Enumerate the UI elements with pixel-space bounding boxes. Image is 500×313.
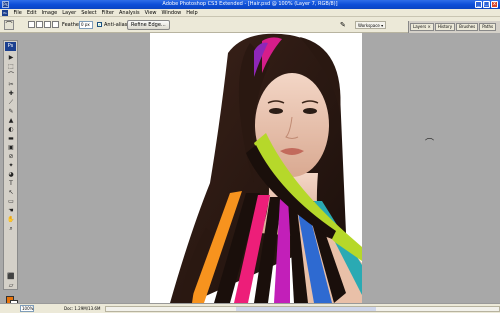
type-tool-icon[interactable]: T	[6, 180, 16, 187]
zoom-field[interactable]: 100%	[20, 305, 34, 312]
screen-mode-icon[interactable]: ▱	[6, 282, 16, 289]
menu-file[interactable]: File	[11, 9, 24, 17]
dodge-tool-icon[interactable]: ✦	[6, 162, 16, 169]
eraser-tool-icon[interactable]: ▬	[6, 135, 16, 142]
brush-icon[interactable]: ✎	[340, 21, 350, 29]
workspace-dropdown[interactable]: Workspace ▾	[355, 21, 387, 29]
toolbox-logo: Ps	[5, 42, 16, 51]
tab-brushes[interactable]: Brushes	[456, 23, 479, 31]
menu-help[interactable]: Help	[184, 9, 200, 17]
scrollbar-thumb[interactable]	[236, 307, 376, 311]
lasso-tool-icon[interactable]: ⌒	[6, 72, 16, 79]
pen-tool-icon[interactable]: ◕	[6, 171, 16, 178]
tab-paths[interactable]: Paths	[479, 23, 497, 31]
marquee-tool-icon[interactable]: ⬚	[6, 63, 16, 70]
menu-window[interactable]: Window	[159, 9, 184, 17]
add-selection-icon[interactable]	[36, 21, 43, 28]
minimize-button[interactable]: _	[475, 1, 482, 8]
zoom-tool-icon[interactable]: ⌕	[6, 225, 16, 232]
menu-view[interactable]: View	[142, 9, 159, 17]
tab-layers[interactable]: Layers ×	[410, 23, 434, 31]
title-bar: Ps Adobe Photoshop CS3 Extended - [Hair.…	[0, 0, 500, 9]
tab-history[interactable]: History	[434, 23, 456, 31]
menu-image[interactable]: Image	[39, 9, 60, 17]
gradient-tool-icon[interactable]: ▣	[6, 144, 16, 151]
menu-analysis[interactable]: Analysis	[117, 9, 143, 17]
refine-edge-button[interactable]: Refine Edge...	[127, 20, 170, 30]
menu-items: File Edit Image Layer Select Filter Anal…	[11, 9, 200, 17]
intersect-selection-icon[interactable]	[52, 21, 59, 28]
antialias-checkbox[interactable]: ✓	[97, 22, 102, 27]
lasso-icon[interactable]: ⌒	[4, 20, 14, 30]
history-brush-tool-icon[interactable]: ◐	[6, 126, 16, 133]
status-bar: 100% Doc: 1.29M/13.6M	[0, 303, 500, 313]
menu-filter[interactable]: Filter	[99, 9, 116, 17]
feather-input[interactable]: 0 px	[79, 21, 93, 29]
crop-tool-icon[interactable]: ✂	[6, 81, 16, 88]
close-button[interactable]: x	[491, 1, 498, 8]
subtract-selection-icon[interactable]	[44, 21, 51, 28]
menu-edit[interactable]: Edit	[24, 9, 39, 17]
horizontal-scrollbar[interactable]	[105, 306, 500, 312]
artwork-woman-with-rainbow-hair	[170, 33, 362, 303]
window-title: Adobe Photoshop CS3 Extended - [Hair.psd…	[162, 1, 338, 7]
path-selection-tool-icon[interactable]: ↖	[6, 189, 16, 196]
toolbox: Ps ▶ ⬚ ⌒ ✂ ✚ ⟋ ✎ ▲ ◐ ▬ ▣ ⊘ ✦ ◕ T ↖ ▭ ☚ ✋…	[3, 40, 18, 308]
blur-tool-icon[interactable]: ⊘	[6, 153, 16, 160]
healing-tool-icon[interactable]: ✚	[6, 90, 16, 97]
doc-info: Doc: 1.29M/13.6M	[64, 306, 101, 311]
new-selection-icon[interactable]	[28, 21, 35, 28]
notes-tool-icon[interactable]: ☚	[6, 207, 16, 214]
antialias-label: Anti-alias	[104, 22, 128, 28]
lasso-cursor-icon: ⌒	[425, 139, 435, 149]
move-tool-icon[interactable]: ▶	[6, 54, 16, 61]
menu-bar: Ps File Edit Image Layer Select Filter A…	[0, 9, 500, 17]
palette-tabs: Layers × History Brushes Paths	[410, 23, 497, 31]
slice-tool-icon[interactable]: ⟋	[6, 99, 16, 106]
maximize-button[interactable]: □	[483, 1, 490, 8]
shape-tool-icon[interactable]: ▭	[6, 198, 16, 205]
ps-logo: Ps	[2, 10, 8, 16]
menu-select[interactable]: Select	[79, 9, 99, 17]
hand-tool-icon[interactable]: ✋	[6, 216, 16, 223]
stamp-tool-icon[interactable]: ▲	[6, 117, 16, 124]
quick-mask-icon[interactable]: ⬛	[6, 273, 16, 280]
brush-tool-icon[interactable]: ✎	[6, 108, 16, 115]
document-canvas[interactable]	[150, 33, 362, 303]
menu-layer[interactable]: Layer	[60, 9, 79, 17]
